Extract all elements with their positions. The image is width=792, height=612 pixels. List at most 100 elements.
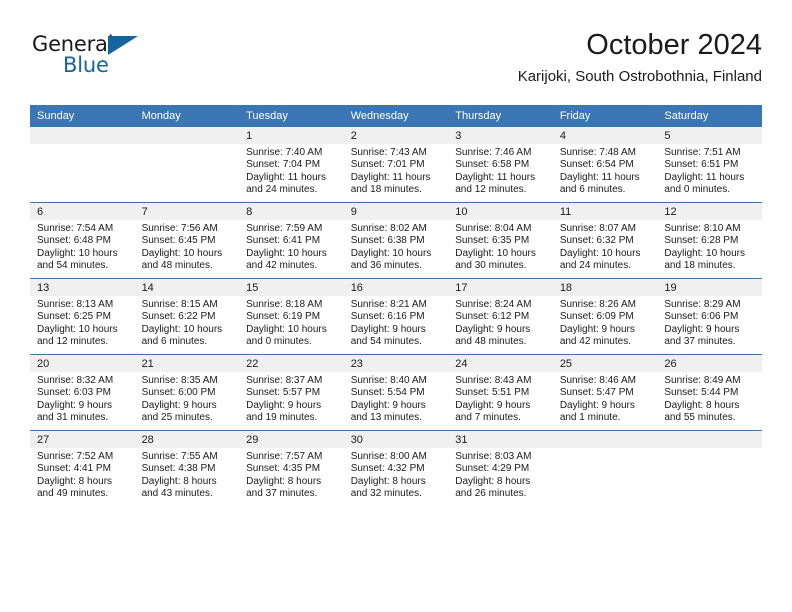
sunset-text: Sunset: 6:12 PM xyxy=(455,311,530,323)
daylight-text: Daylight: 9 hours xyxy=(246,399,322,411)
sunset-text: Sunset: 6:54 PM xyxy=(559,159,634,171)
general-blue-logo[interactable]: General Blue xyxy=(32,32,212,88)
sunset-text: Sunset: 6:35 PM xyxy=(455,235,530,247)
daylight-text-cont: and 24 minutes. xyxy=(559,260,631,272)
daylight-text-cont: and 42 minutes. xyxy=(246,260,318,272)
sunset-text: Sunset: 5:54 PM xyxy=(350,387,425,399)
sunset-text: Sunset: 7:01 PM xyxy=(350,159,425,171)
daylight-text: Daylight: 8 hours xyxy=(350,475,426,487)
title-block: October 2024 Karijoki, South Ostrobothni… xyxy=(518,28,762,86)
day-cell[interactable]: 25 Sunrise: 8:46 AM Sunset: 5:47 PM Dayl… xyxy=(552,354,658,431)
day-number: 27 xyxy=(30,431,135,448)
sunset-text: Sunset: 5:44 PM xyxy=(664,387,739,399)
sunrise-text: Sunrise: 8:00 AM xyxy=(350,451,427,462)
day-number: 30 xyxy=(343,431,449,448)
sunset-text: Sunset: 4:32 PM xyxy=(350,463,425,475)
day-cell[interactable]: 19 Sunrise: 8:29 AM Sunset: 6:06 PM Dayl… xyxy=(657,278,762,355)
day-cell[interactable]: 31 Sunrise: 8:03 AM Sunset: 4:29 PM Dayl… xyxy=(448,430,553,506)
sunrise-text: Sunrise: 8:32 AM xyxy=(37,375,114,386)
sunset-text: Sunset: 4:35 PM xyxy=(246,463,321,475)
sunset-text: Sunset: 6:09 PM xyxy=(559,311,634,323)
day-number: 24 xyxy=(448,355,553,372)
day-cell[interactable]: 23 Sunrise: 8:40 AM Sunset: 5:54 PM Dayl… xyxy=(343,354,449,431)
daylight-text: Daylight: 10 hours xyxy=(37,323,118,335)
sunset-text: Sunset: 6:03 PM xyxy=(37,387,111,399)
masthead: General Blue October 2024 Karijoki, Sout… xyxy=(30,28,762,96)
day-number xyxy=(134,127,240,144)
daylight-text: Daylight: 11 hours xyxy=(350,171,431,183)
day-number: 13 xyxy=(30,279,135,296)
day-cell[interactable]: 12 Sunrise: 8:10 AM Sunset: 6:28 PM Dayl… xyxy=(657,202,762,279)
day-cell[interactable] xyxy=(657,430,762,506)
day-details xyxy=(30,144,135,147)
sunset-text: Sunset: 4:29 PM xyxy=(455,463,530,475)
daylight-text: Daylight: 8 hours xyxy=(141,475,217,487)
sunrise-text: Sunrise: 8:04 AM xyxy=(455,223,532,234)
sunrise-text: Sunrise: 8:49 AM xyxy=(664,375,741,386)
day-cell[interactable]: 6 Sunrise: 7:54 AM Sunset: 6:48 PM Dayli… xyxy=(30,202,135,279)
day-cell[interactable] xyxy=(134,127,240,203)
day-details: Sunrise: 7:56 AM Sunset: 6:45 PM Dayligh… xyxy=(135,220,240,273)
day-cell[interactable]: 15 Sunrise: 8:18 AM Sunset: 6:19 PM Dayl… xyxy=(239,278,344,355)
day-cell[interactable] xyxy=(30,127,135,203)
day-details: Sunrise: 8:46 AM Sunset: 5:47 PM Dayligh… xyxy=(553,372,658,425)
day-cell[interactable]: 10 Sunrise: 8:04 AM Sunset: 6:35 PM Dayl… xyxy=(448,202,553,279)
day-cell[interactable]: 18 Sunrise: 8:26 AM Sunset: 6:09 PM Dayl… xyxy=(552,278,658,355)
sunrise-text: Sunrise: 8:24 AM xyxy=(455,299,532,310)
sunrise-text: Sunrise: 8:46 AM xyxy=(559,375,636,386)
day-number: 15 xyxy=(239,279,344,296)
daylight-text: Daylight: 10 hours xyxy=(664,247,745,259)
day-cell[interactable]: 17 Sunrise: 8:24 AM Sunset: 6:12 PM Dayl… xyxy=(448,278,553,355)
sunset-text: Sunset: 4:38 PM xyxy=(141,463,216,475)
day-details: Sunrise: 7:40 AM Sunset: 7:04 PM Dayligh… xyxy=(239,144,344,197)
day-cell[interactable]: 30 Sunrise: 8:00 AM Sunset: 4:32 PM Dayl… xyxy=(343,430,449,506)
daylight-text-cont: and 37 minutes. xyxy=(664,336,736,348)
sunset-text: Sunset: 6:16 PM xyxy=(350,311,425,323)
day-cell[interactable]: 8 Sunrise: 7:59 AM Sunset: 6:41 PM Dayli… xyxy=(239,202,344,279)
day-cell[interactable]: 11 Sunrise: 8:07 AM Sunset: 6:32 PM Dayl… xyxy=(552,202,658,279)
weekday-header-wednesday: Wednesday xyxy=(343,105,449,127)
daylight-text-cont: and 32 minutes. xyxy=(350,488,422,500)
sunset-text: Sunset: 6:48 PM xyxy=(37,235,111,247)
daylight-text: Daylight: 11 hours xyxy=(559,171,640,183)
sunset-text: Sunset: 6:41 PM xyxy=(246,235,321,247)
weekday-header-sunday: Sunday xyxy=(30,105,135,127)
day-details: Sunrise: 8:49 AM Sunset: 5:44 PM Dayligh… xyxy=(657,372,762,425)
day-details: Sunrise: 7:43 AM Sunset: 7:01 PM Dayligh… xyxy=(344,144,449,197)
day-cell[interactable] xyxy=(552,430,658,506)
day-cell[interactable]: 28 Sunrise: 7:55 AM Sunset: 4:38 PM Dayl… xyxy=(134,430,240,506)
day-number: 6 xyxy=(30,203,135,220)
sunrise-text: Sunrise: 8:15 AM xyxy=(141,299,218,310)
day-details: Sunrise: 8:00 AM Sunset: 4:32 PM Dayligh… xyxy=(344,448,449,501)
day-cell[interactable]: 13 Sunrise: 8:13 AM Sunset: 6:25 PM Dayl… xyxy=(30,278,135,355)
day-number: 25 xyxy=(552,355,658,372)
day-cell[interactable]: 9 Sunrise: 8:02 AM Sunset: 6:38 PM Dayli… xyxy=(343,202,449,279)
day-details: Sunrise: 7:51 AM Sunset: 6:51 PM Dayligh… xyxy=(657,144,762,197)
sunset-text: Sunset: 6:19 PM xyxy=(246,311,321,323)
sunset-text: Sunset: 6:38 PM xyxy=(350,235,425,247)
day-cell[interactable]: 4 Sunrise: 7:48 AM Sunset: 6:54 PM Dayli… xyxy=(552,127,658,203)
day-cell[interactable]: 1 Sunrise: 7:40 AM Sunset: 7:04 PM Dayli… xyxy=(239,127,344,203)
daylight-text-cont: and 18 minutes. xyxy=(664,260,736,272)
day-cell[interactable]: 24 Sunrise: 8:43 AM Sunset: 5:51 PM Dayl… xyxy=(448,354,553,431)
day-cell[interactable]: 29 Sunrise: 7:57 AM Sunset: 4:35 PM Dayl… xyxy=(239,430,344,506)
day-cell[interactable]: 7 Sunrise: 7:56 AM Sunset: 6:45 PM Dayli… xyxy=(134,202,240,279)
daylight-text-cont: and 48 minutes. xyxy=(455,336,527,348)
daylight-text-cont: and 43 minutes. xyxy=(141,488,213,500)
day-cell[interactable]: 26 Sunrise: 8:49 AM Sunset: 5:44 PM Dayl… xyxy=(657,354,762,431)
day-details: Sunrise: 8:07 AM Sunset: 6:32 PM Dayligh… xyxy=(553,220,658,273)
day-cell[interactable]: 5 Sunrise: 7:51 AM Sunset: 6:51 PM Dayli… xyxy=(657,127,762,203)
sunrise-text: Sunrise: 8:18 AM xyxy=(246,299,323,310)
day-cell[interactable]: 21 Sunrise: 8:35 AM Sunset: 6:00 PM Dayl… xyxy=(134,354,240,431)
day-cell[interactable]: 20 Sunrise: 8:32 AM Sunset: 6:03 PM Dayl… xyxy=(30,354,135,431)
sunrise-text: Sunrise: 7:40 AM xyxy=(246,147,323,158)
day-cell[interactable]: 3 Sunrise: 7:46 AM Sunset: 6:58 PM Dayli… xyxy=(448,127,553,203)
day-cell[interactable]: 22 Sunrise: 8:37 AM Sunset: 5:57 PM Dayl… xyxy=(239,354,344,431)
day-cell[interactable]: 14 Sunrise: 8:15 AM Sunset: 6:22 PM Dayl… xyxy=(134,278,240,355)
day-cell[interactable]: 2 Sunrise: 7:43 AM Sunset: 7:01 PM Dayli… xyxy=(343,127,449,203)
sunrise-text: Sunrise: 7:48 AM xyxy=(559,147,636,158)
day-cell[interactable]: 16 Sunrise: 8:21 AM Sunset: 6:16 PM Dayl… xyxy=(343,278,449,355)
day-cell[interactable]: 27 Sunrise: 7:52 AM Sunset: 4:41 PM Dayl… xyxy=(30,430,135,506)
sunrise-text: Sunrise: 8:37 AM xyxy=(246,375,323,386)
day-details: Sunrise: 7:54 AM Sunset: 6:48 PM Dayligh… xyxy=(30,220,135,273)
